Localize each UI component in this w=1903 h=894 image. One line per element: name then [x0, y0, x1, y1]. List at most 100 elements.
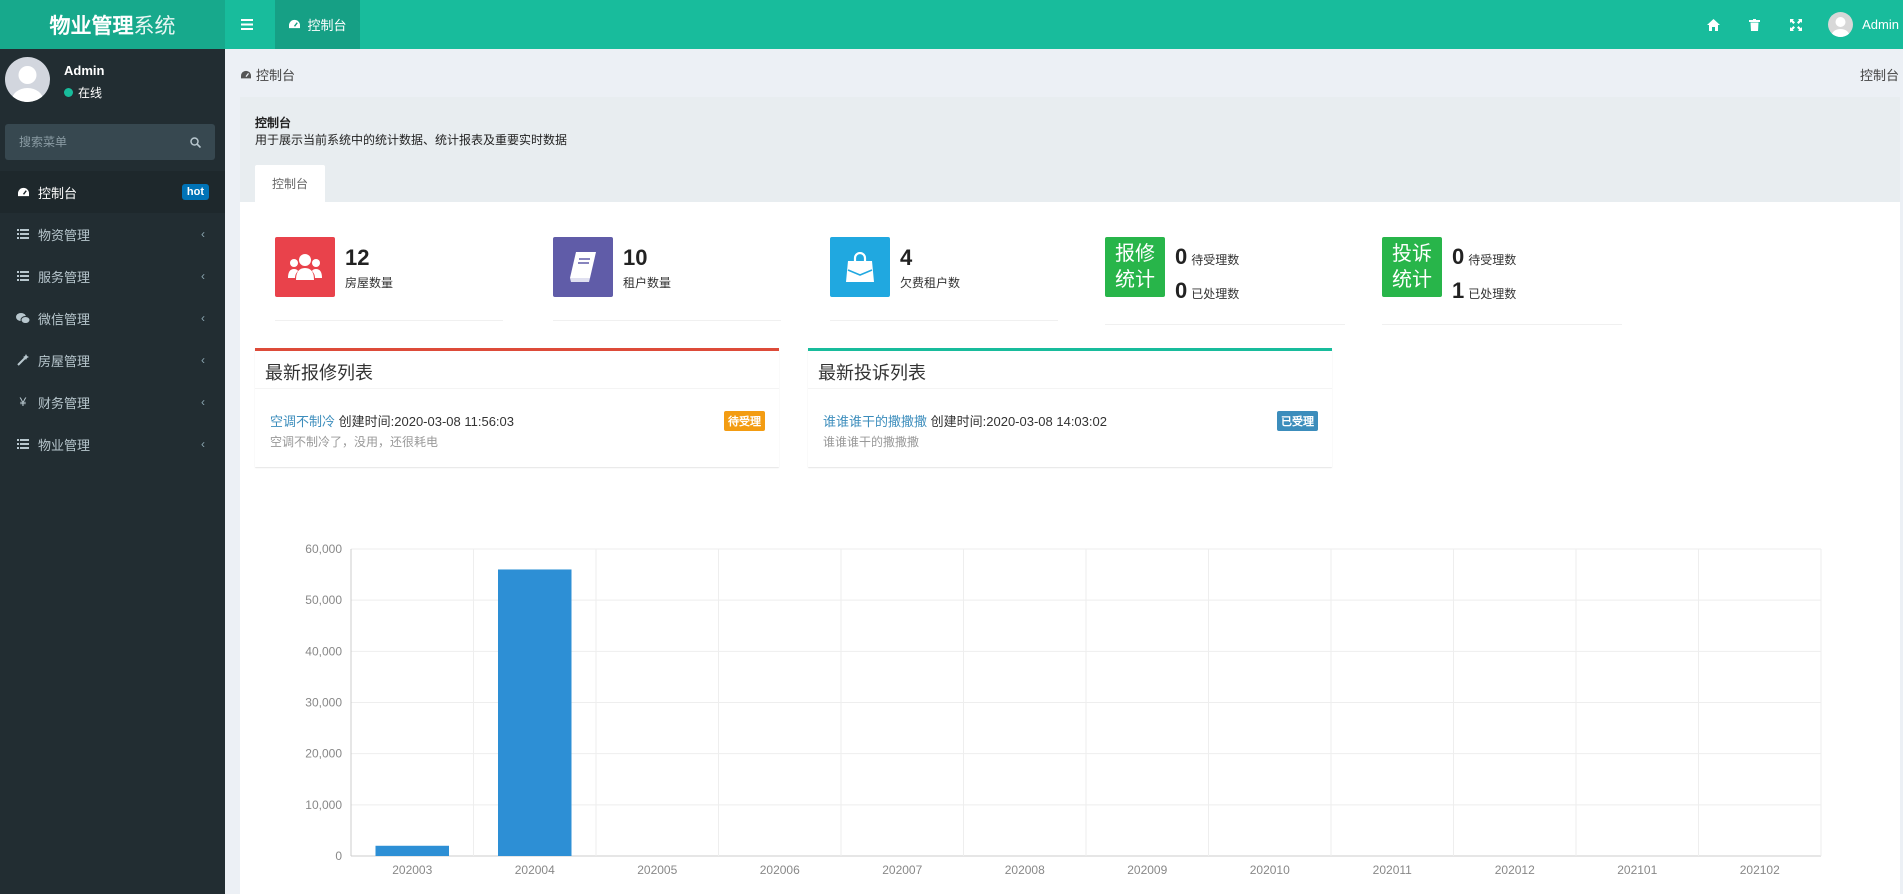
- tab-dashboard-label: 控制台: [307, 18, 347, 33]
- search-menu-input[interactable]: [19, 135, 179, 149]
- magic-wand-icon: [17, 354, 29, 366]
- user-menu-name: Admin: [1862, 17, 1899, 32]
- stat-icon-box: [275, 237, 335, 297]
- sidebar-item-wechat[interactable]: 微信管理 ‹: [0, 297, 225, 339]
- repair-pending-row: 0 待受理数: [1175, 244, 1239, 270]
- sidebar-toggle-button[interactable]: [225, 0, 269, 49]
- sidebar-item-materials[interactable]: 物资管理 ‹: [0, 213, 225, 255]
- stat-card-repairs: 报修 统计 0 待受理数 0 已处理数: [1105, 237, 1345, 325]
- complaint-box-line2: 统计: [1392, 269, 1432, 291]
- complaint-pending-count: 0: [1452, 244, 1465, 269]
- status-badge: 已受理: [1277, 411, 1318, 431]
- sidebar-item-label: 控制台: [38, 185, 78, 201]
- sidebar-item-label: 物业管理: [38, 437, 91, 453]
- app-logo[interactable]: 物业管理 系统: [0, 0, 225, 49]
- breadcrumb-current: 控制台: [1859, 68, 1899, 83]
- user-panel: Admin 在线: [0, 49, 225, 119]
- book-icon: [570, 252, 596, 282]
- stat-card-houses: 12 房屋数量: [275, 237, 503, 321]
- complaint-pending-label: 待受理数: [1468, 253, 1517, 267]
- list-icon: [17, 229, 29, 239]
- sidebar-item-finance[interactable]: ¥ 财务管理 ‹: [0, 381, 225, 423]
- complaint-done-label: 已处理数: [1468, 287, 1517, 301]
- hamburger-icon: [241, 19, 253, 30]
- repair-item-link[interactable]: 空调不制冷: [270, 414, 335, 429]
- repair-stats-box: 报修 统计: [1105, 237, 1165, 297]
- x-tick-label: 202101: [1617, 863, 1657, 877]
- repair-item-desc: 空调不制冷了，没用，还很耗电: [270, 435, 439, 449]
- avatar: [1828, 12, 1854, 37]
- repair-done-count: 0: [1175, 278, 1188, 303]
- repair-pending-label: 待受理数: [1191, 253, 1240, 267]
- x-tick-label: 202102: [1740, 863, 1780, 877]
- wechat-icon: [16, 312, 30, 324]
- repair-item-created: 创建时间:2020-03-08 11:56:03: [338, 414, 515, 429]
- status-badge: 待受理: [724, 411, 765, 431]
- stat-card-complaints: 投诉 统计 0 待受理数 1 已处理数: [1382, 237, 1622, 325]
- x-tick-label: 202011: [1373, 863, 1412, 877]
- user-status-text: 在线: [78, 86, 103, 100]
- x-tick-label: 202009: [1127, 863, 1167, 877]
- y-tick-label: 60,000: [305, 542, 342, 556]
- chevron-left-icon: ‹: [201, 269, 205, 283]
- search-icon[interactable]: [190, 136, 201, 148]
- sidebar-item-houses[interactable]: 房屋管理 ‹: [0, 339, 225, 381]
- user-status: 在线: [64, 84, 102, 101]
- dashboard-icon: [289, 19, 301, 29]
- y-tick-label: 20,000: [305, 747, 342, 761]
- stat-label: 租户数量: [623, 276, 672, 290]
- sidebar-item-property[interactable]: 物业管理 ‹: [0, 423, 225, 465]
- x-tick-label: 202012: [1495, 863, 1535, 877]
- sidebar-item-label: 财务管理: [38, 395, 91, 411]
- content-header: 控制台 控制台: [225, 49, 1903, 95]
- complaint-done-count: 1: [1452, 278, 1465, 303]
- complaint-item-desc: 谁谁谁干的撒撒撒: [823, 435, 920, 449]
- hot-badge: hot: [181, 184, 209, 200]
- home-icon: [1707, 18, 1721, 31]
- breadcrumb[interactable]: 控制台: [240, 65, 295, 84]
- yen-icon: ¥: [19, 395, 27, 409]
- stat-icon-box: [553, 237, 613, 297]
- breadcrumb-label: 控制台: [256, 68, 296, 83]
- shopping-bag-icon: [846, 252, 874, 282]
- sidebar: Admin 在线 控制台 hot 物资管理 ‹ 服务管理 ‹ 微信管理 ‹: [0, 49, 225, 894]
- y-tick-label: 40,000: [305, 644, 342, 658]
- navbar-right: Admin: [1693, 0, 1903, 49]
- chevron-left-icon: ‹: [201, 353, 205, 367]
- dashboard-icon: [17, 187, 29, 196]
- user-menu[interactable]: Admin: [1816, 12, 1903, 37]
- sidebar-item-label: 物资管理: [38, 227, 91, 243]
- avatar: [5, 57, 50, 102]
- sidebar-item-label: 服务管理: [38, 269, 91, 285]
- list-icon: [17, 439, 29, 449]
- tab-dashboard[interactable]: 控制台: [275, 0, 360, 49]
- repair-list-title: 最新报修列表: [255, 351, 779, 389]
- dashboard-icon: [241, 70, 251, 78]
- sidebar-item-dashboard[interactable]: 控制台 hot: [0, 171, 225, 213]
- stat-label: 欠费租户数: [900, 276, 961, 290]
- y-tick-label: 10,000: [305, 798, 342, 812]
- home-button[interactable]: [1693, 0, 1734, 49]
- logo-light-text: 系统: [133, 14, 176, 38]
- repair-box-line2: 统计: [1115, 269, 1155, 291]
- x-tick-label: 202008: [1005, 863, 1045, 877]
- repair-done-row: 0 已处理数: [1175, 278, 1239, 304]
- fullscreen-button[interactable]: [1775, 0, 1816, 49]
- chevron-left-icon: ‹: [201, 437, 205, 451]
- x-tick-label: 202004: [515, 863, 555, 877]
- list-icon: [17, 271, 29, 281]
- complaint-item-link[interactable]: 谁谁谁干的撒撒撒: [823, 414, 927, 429]
- complaint-pending-row: 0 待受理数: [1452, 244, 1516, 270]
- bar: [498, 569, 572, 856]
- y-tick-label: 30,000: [305, 696, 342, 710]
- top-navbar: 物业管理 系统 控制台 Admin: [0, 0, 1903, 49]
- chevron-left-icon: ‹: [201, 227, 205, 241]
- tab-dashboard-panel[interactable]: 控制台: [255, 165, 325, 202]
- complaint-item-created: 创建时间:2020-03-08 14:03:02: [930, 414, 1107, 429]
- sidebar-item-services[interactable]: 服务管理 ‹: [0, 255, 225, 297]
- trash-icon: [1749, 18, 1761, 31]
- clear-cache-button[interactable]: [1734, 0, 1775, 49]
- bar: [375, 845, 449, 856]
- stat-value: 12: [345, 245, 370, 270]
- stat-icon-box: [830, 237, 890, 297]
